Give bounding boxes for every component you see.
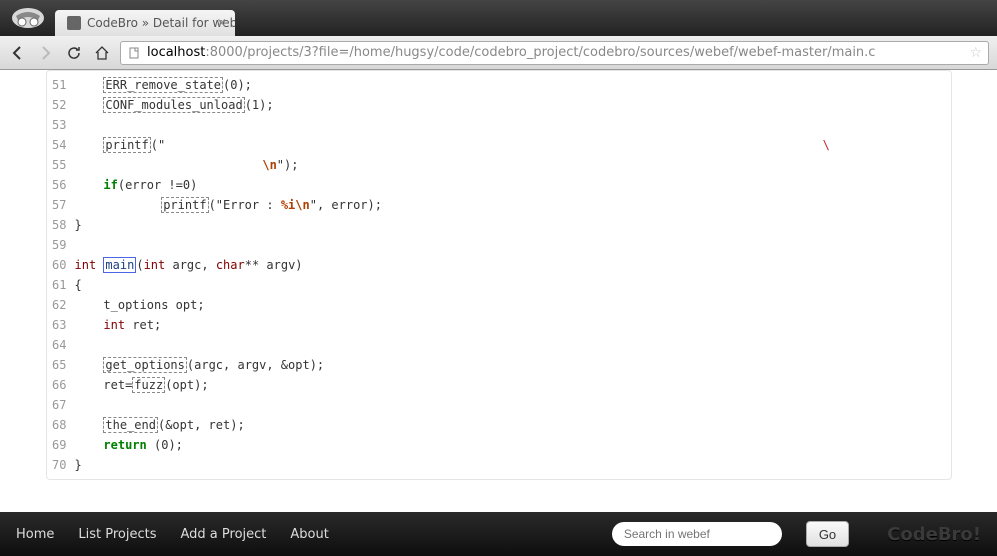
symbol-link[interactable]: main xyxy=(103,257,136,273)
code-text: t_options opt; xyxy=(75,295,951,315)
arrow-left-icon xyxy=(9,44,27,62)
code-line: 66 ret=fuzz(opt); xyxy=(47,375,951,395)
line-number: 69 xyxy=(47,435,75,455)
brand-label: CodeBro! xyxy=(887,524,981,545)
line-number: 53 xyxy=(47,115,75,135)
symbol-link[interactable]: printf xyxy=(161,197,208,213)
search-input[interactable] xyxy=(612,522,782,546)
code-text: if(error !=0) xyxy=(75,175,951,195)
forward-button[interactable] xyxy=(36,43,56,63)
line-number: 64 xyxy=(47,335,75,355)
code-line: 56 if(error !=0) xyxy=(47,175,951,195)
code-line: 61{ xyxy=(47,275,951,295)
home-button[interactable] xyxy=(92,43,112,63)
line-number: 51 xyxy=(47,75,75,95)
footer-link-about[interactable]: About xyxy=(290,527,328,542)
line-number: 66 xyxy=(47,375,75,395)
line-number: 58 xyxy=(47,215,75,235)
code-line: 60int main(int argc, char** argv) xyxy=(47,255,951,275)
incognito-icon xyxy=(8,4,48,32)
line-number: 68 xyxy=(47,415,75,435)
code-line: 70} xyxy=(47,455,951,475)
code-text xyxy=(75,235,951,255)
line-number: 63 xyxy=(47,315,75,335)
back-button[interactable] xyxy=(8,43,28,63)
code-line: 52 CONF_modules_unload(1); xyxy=(47,95,951,115)
line-number: 65 xyxy=(47,355,75,375)
symbol-link[interactable]: ERR_remove_state xyxy=(103,77,223,93)
code-text: } xyxy=(75,215,951,235)
line-number: 55 xyxy=(47,155,75,175)
code-text: } xyxy=(75,455,951,475)
code-panel: 51 ERR_remove_state(0);52 CONF_modules_u… xyxy=(46,70,952,480)
code-line: 54 printf(" \ xyxy=(47,135,951,155)
code-text: printf("Error : %i\n", error); xyxy=(75,195,951,215)
symbol-link[interactable]: fuzz xyxy=(132,377,165,393)
browser-tab[interactable]: CodeBro » Detail for web × xyxy=(55,10,235,36)
address-path: :8000/projects/3?file=/home/hugsy/code/c… xyxy=(205,45,875,60)
tab-close-button[interactable]: × xyxy=(216,16,227,31)
code-line: 55 \n"); xyxy=(47,155,951,175)
reload-button[interactable] xyxy=(64,43,84,63)
line-number: 52 xyxy=(47,95,75,115)
page-icon xyxy=(127,46,141,60)
code-line: 63 int ret; xyxy=(47,315,951,335)
code-text: { xyxy=(75,275,951,295)
address-bar[interactable]: localhost:8000/projects/3?file=/home/hug… xyxy=(120,41,989,65)
go-button[interactable]: Go xyxy=(806,521,849,547)
code-text: \n"); xyxy=(75,155,951,175)
code-text: return (0); xyxy=(75,435,951,455)
line-number: 61 xyxy=(47,275,75,295)
home-icon xyxy=(94,45,110,61)
address-host: localhost xyxy=(147,45,205,60)
browser-toolbar: localhost:8000/projects/3?file=/home/hug… xyxy=(0,36,997,70)
line-number: 57 xyxy=(47,195,75,215)
code-text: ret=fuzz(opt); xyxy=(75,375,951,395)
arrow-right-icon xyxy=(37,44,55,62)
code-line: 53 xyxy=(47,115,951,135)
favicon-icon xyxy=(67,16,81,30)
footer-link-home[interactable]: Home xyxy=(16,527,54,542)
code-line: 51 ERR_remove_state(0); xyxy=(47,75,951,95)
code-line: 69 return (0); xyxy=(47,435,951,455)
code-text: int ret; xyxy=(75,315,951,335)
symbol-link[interactable]: get_options xyxy=(103,357,186,373)
footer-bar: Home List Projects Add a Project About G… xyxy=(0,512,997,556)
code-line: 68 the_end(&opt, ret); xyxy=(47,415,951,435)
address-text: localhost:8000/projects/3?file=/home/hug… xyxy=(147,45,963,60)
code-text xyxy=(75,335,951,355)
code-text xyxy=(75,395,951,415)
code-text: the_end(&opt, ret); xyxy=(75,415,951,435)
footer-link-list-projects[interactable]: List Projects xyxy=(78,527,156,542)
symbol-link[interactable]: the_end xyxy=(103,417,158,433)
code-line: 65 get_options(argc, argv, &opt); xyxy=(47,355,951,375)
bookmark-star-icon[interactable]: ☆ xyxy=(969,45,982,61)
line-number: 60 xyxy=(47,255,75,275)
line-number: 67 xyxy=(47,395,75,415)
code-line: 59 xyxy=(47,235,951,255)
code-text: printf(" \ xyxy=(75,135,951,155)
symbol-link[interactable]: CONF_modules_unload xyxy=(103,97,244,113)
code-line: 58} xyxy=(47,215,951,235)
code-line: 67 xyxy=(47,395,951,415)
line-number: 62 xyxy=(47,295,75,315)
reload-icon xyxy=(66,45,82,61)
tab-strip: CodeBro » Detail for web × xyxy=(0,0,997,36)
code-line: 64 xyxy=(47,335,951,355)
code-text: int main(int argc, char** argv) xyxy=(75,255,951,275)
code-text: get_options(argc, argv, &opt); xyxy=(75,355,951,375)
page-content: 51 ERR_remove_state(0);52 CONF_modules_u… xyxy=(0,70,997,512)
code-text xyxy=(75,115,951,135)
line-number: 54 xyxy=(47,135,75,155)
code-text: ERR_remove_state(0); xyxy=(75,75,951,95)
line-number: 70 xyxy=(47,455,75,475)
code-line: 62 t_options opt; xyxy=(47,295,951,315)
line-number: 59 xyxy=(47,235,75,255)
symbol-link[interactable]: printf xyxy=(103,137,150,153)
code-text: CONF_modules_unload(1); xyxy=(75,95,951,115)
tab-title: CodeBro » Detail for web xyxy=(87,16,235,30)
footer-link-add-project[interactable]: Add a Project xyxy=(181,527,267,542)
code-line: 57 printf("Error : %i\n", error); xyxy=(47,195,951,215)
line-number: 56 xyxy=(47,175,75,195)
